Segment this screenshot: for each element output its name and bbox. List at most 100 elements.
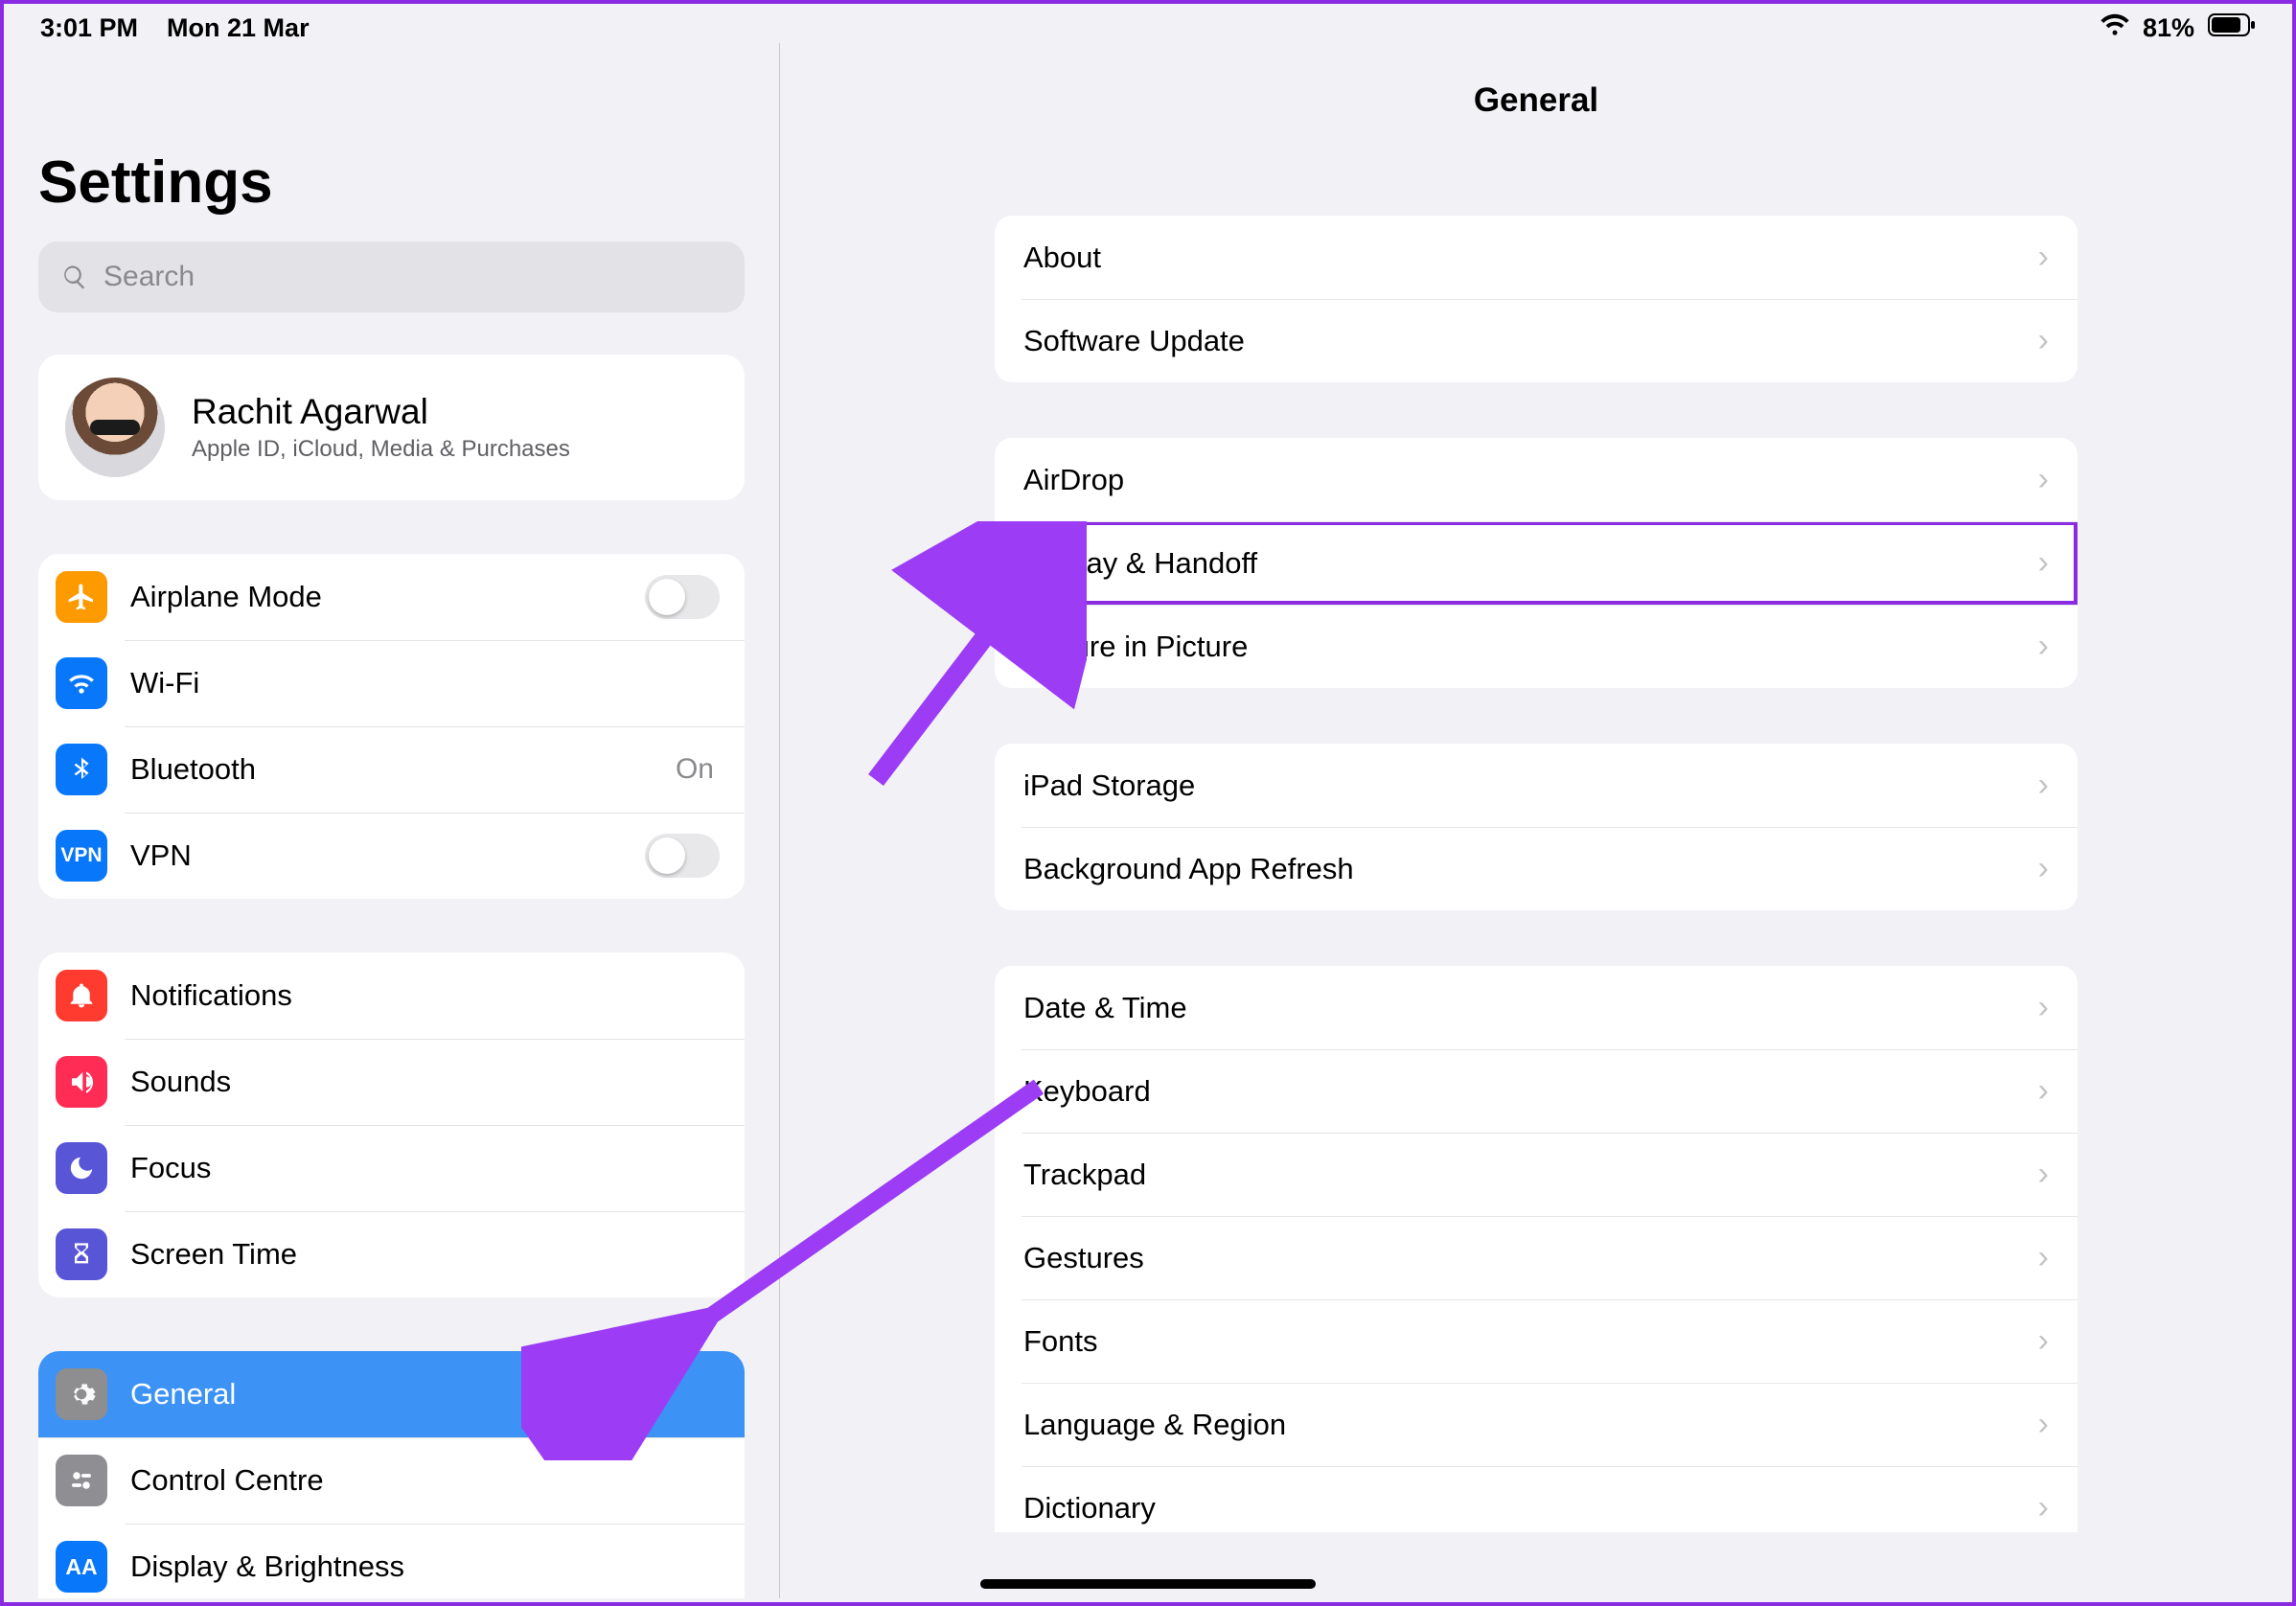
detail-group-2: iPad Storage › Background App Refresh› [995, 744, 2078, 910]
sidebar-item-sounds[interactable]: Sounds [38, 1039, 745, 1125]
detail-group-0: About › Software Update › [995, 216, 2078, 382]
moon-icon [56, 1142, 107, 1194]
chevron-right-icon: › [2038, 1156, 2049, 1193]
detail-row-label: About [1023, 241, 1101, 275]
detail-row-label: Picture in Picture [1023, 630, 1248, 664]
sidebar-item-label: Screen Time [130, 1237, 720, 1272]
bluetooth-value: On [676, 753, 714, 786]
detail-row-label: AirDrop [1023, 463, 1124, 497]
switches-icon [56, 1455, 107, 1506]
chevron-right-icon: › [2038, 628, 2049, 665]
sidebar-item-airplane[interactable]: Airplane Mode [38, 554, 745, 640]
status-time: 3:01 PM [40, 13, 138, 43]
detail-row-fonts[interactable]: Fonts › [995, 1299, 2078, 1383]
aa-icon: AA [56, 1541, 107, 1593]
status-bar: 3:01 PM Mon 21 Mar 81% [4, 4, 2292, 43]
chevron-right-icon: › [2038, 767, 2049, 804]
detail-row-airdrop[interactable]: AirDrop › [995, 438, 2078, 521]
sidebar-group-general: General Control Centre AA Display & Brightn… [38, 1351, 745, 1598]
detail-row-date-time[interactable]: Date & Time › [995, 966, 2078, 1049]
chevron-right-icon: › [2038, 1322, 2049, 1360]
detail-row-label: Trackpad [1023, 1158, 1146, 1192]
speaker-icon [56, 1056, 107, 1108]
search-placeholder: Search [103, 261, 195, 293]
detail-row-ipad-storage[interactable]: iPad Storage › [995, 744, 2078, 827]
sidebar-item-label: Airplane Mode [130, 580, 622, 614]
detail-row-label: Background App Refresh [1023, 852, 1354, 886]
sidebar-item-wifi[interactable]: Wi-Fi [38, 640, 745, 726]
detail-row-label: Dictionary [1023, 1491, 1156, 1526]
detail-row-about[interactable]: About › [995, 216, 2078, 299]
detail-row-picture-in-picture[interactable]: Picture in Picture › [995, 605, 2078, 688]
profile-card[interactable]: Rachit Agarwal Apple ID, iCloud, Media &… [38, 355, 745, 500]
chevron-right-icon: › [2038, 461, 2049, 498]
sidebar-item-notifications[interactable]: Notifications [38, 952, 745, 1039]
profile-name: Rachit Agarwal [192, 392, 570, 432]
sidebar-item-focus[interactable]: Focus [38, 1125, 745, 1211]
wifi-icon [56, 657, 107, 709]
search-icon [61, 264, 88, 290]
sidebar-item-label: Display & Brightness [130, 1549, 720, 1584]
sidebar-item-vpn[interactable]: VPN VPN [38, 813, 745, 899]
sidebar-group-alerts: Notifications Sounds Focus Screen Time [38, 952, 745, 1297]
detail-row-label: Keyboard [1023, 1074, 1151, 1109]
chevron-right-icon: › [2038, 1489, 2049, 1526]
settings-sidebar: Settings Search Rachit Agarwal Apple ID,… [4, 43, 780, 1598]
sidebar-group-connectivity: Airplane Mode Wi-Fi Bluetooth On VPN VPN [38, 554, 745, 899]
detail-row-trackpad[interactable]: Trackpad › [995, 1133, 2078, 1216]
vpn-icon: VPN [56, 830, 107, 882]
detail-row-background-app-refresh[interactable]: Background App Refresh› [995, 827, 2078, 910]
detail-title: General [780, 81, 2292, 120]
home-indicator [980, 1579, 1316, 1589]
sidebar-item-label: Focus [130, 1151, 720, 1185]
airplane-toggle[interactable] [645, 575, 720, 619]
chevron-right-icon: › [2038, 239, 2049, 276]
detail-row-language-region[interactable]: Language & Region › [995, 1383, 2078, 1466]
sidebar-item-label: Notifications [130, 978, 720, 1013]
sidebar-item-label: Control Centre [130, 1463, 720, 1498]
profile-subtitle: Apple ID, iCloud, Media & Purchases [192, 436, 570, 463]
sidebar-item-label: Sounds [130, 1065, 720, 1099]
sidebar-item-label: Bluetooth [130, 752, 653, 787]
sidebar-item-bluetooth[interactable]: Bluetooth On [38, 726, 745, 813]
chevron-right-icon: › [2038, 544, 2049, 582]
detail-row-keyboard[interactable]: Keyboard › [995, 1049, 2078, 1133]
detail-row-label: Language & Region [1023, 1408, 1286, 1442]
airplane-icon [56, 571, 107, 623]
chevron-right-icon: › [2038, 1406, 2049, 1443]
detail-row-airplay-handoff[interactable]: AirPlay & Handoff › [995, 521, 2078, 605]
search-input[interactable]: Search [38, 241, 745, 312]
detail-row-label: Fonts [1023, 1324, 1098, 1359]
vpn-toggle[interactable] [645, 834, 720, 878]
detail-row-label: Gestures [1023, 1241, 1144, 1275]
bell-icon [56, 970, 107, 1021]
wifi-icon [2101, 13, 2129, 43]
detail-row-gestures[interactable]: Gestures › [995, 1216, 2078, 1299]
sidebar-item-screentime[interactable]: Screen Time [38, 1211, 745, 1297]
detail-row-label: Software Update [1023, 324, 1245, 358]
sidebar-item-label: Wi-Fi [130, 666, 691, 700]
sidebar-item-controlcentre[interactable]: Control Centre [38, 1437, 745, 1524]
sidebar-item-display[interactable]: AA Display & Brightness [38, 1524, 745, 1598]
chevron-right-icon: › [2038, 1239, 2049, 1276]
battery-percentage: 81% [2143, 13, 2194, 43]
chevron-right-icon: › [2038, 322, 2049, 359]
detail-row-label: Date & Time [1023, 991, 1187, 1025]
avatar [65, 378, 165, 477]
sidebar-item-label: General [130, 1377, 720, 1411]
detail-row-label: AirPlay & Handoff [1023, 546, 1257, 581]
hourglass-icon [56, 1228, 107, 1280]
chevron-right-icon: › [2038, 989, 2049, 1026]
gear-icon [56, 1368, 107, 1420]
detail-row-label: iPad Storage [1023, 769, 1195, 803]
sidebar-item-general[interactable]: General [38, 1351, 745, 1437]
detail-row-dictionary[interactable]: Dictionary › [995, 1466, 2078, 1532]
detail-row-software-update[interactable]: Software Update › [995, 299, 2078, 382]
bluetooth-icon [56, 744, 107, 795]
detail-group-3: Date & Time›Keyboard›Trackpad›Gestures›F… [995, 966, 2078, 1532]
detail-group-1: AirDrop›AirPlay & Handoff›Picture in Pic… [995, 438, 2078, 688]
status-date: Mon 21 Mar [167, 13, 310, 43]
chevron-right-icon: › [2038, 1072, 2049, 1110]
sidebar-item-label: VPN [130, 838, 622, 873]
battery-icon [2208, 13, 2256, 43]
